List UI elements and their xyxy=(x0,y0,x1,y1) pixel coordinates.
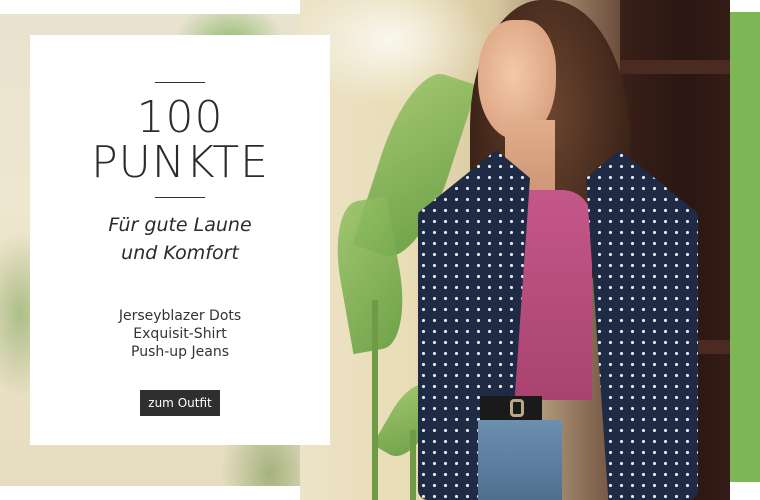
plant-stem xyxy=(372,300,378,500)
promo-banner[interactable]: 100 PUNKTE Für gute Laune und Komfort Je… xyxy=(0,0,760,500)
outfit-button[interactable]: zum Outfit xyxy=(140,390,220,416)
product-item[interactable]: Push-up Jeans xyxy=(30,343,330,361)
plant-stem xyxy=(410,430,416,500)
headline-number: 100 xyxy=(136,92,224,143)
jeans xyxy=(478,420,562,500)
product-list: Jerseyblazer Dots Exquisit-Shirt Push-up… xyxy=(30,307,330,361)
tagline-line-2: und Komfort xyxy=(121,242,239,264)
product-item[interactable]: Exquisit-Shirt xyxy=(30,325,330,343)
divider-bottom xyxy=(155,197,205,198)
shelf xyxy=(620,60,730,74)
belt-buckle xyxy=(510,399,524,417)
tagline-line-1: Für gute Laune xyxy=(108,214,252,236)
product-item[interactable]: Jerseyblazer Dots xyxy=(30,307,330,325)
promo-card: 100 PUNKTE Für gute Laune und Komfort Je… xyxy=(30,35,330,445)
headline-word: PUNKTE xyxy=(91,137,269,188)
divider-top xyxy=(155,82,205,83)
accent-green-band xyxy=(730,12,760,482)
